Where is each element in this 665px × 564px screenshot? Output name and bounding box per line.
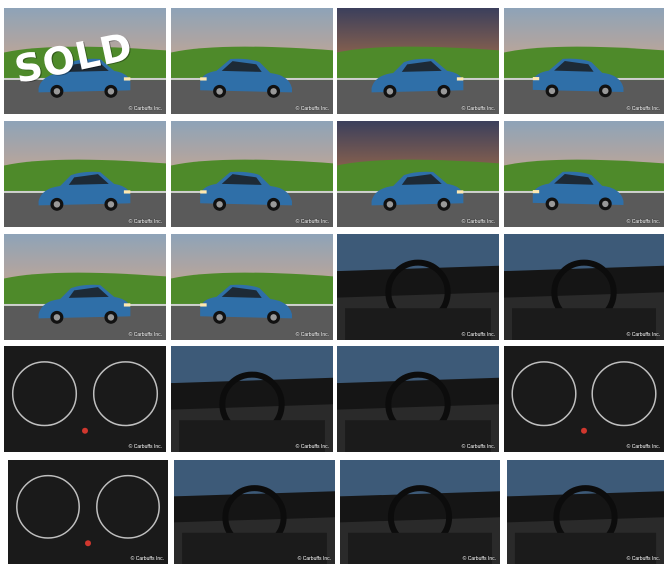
photo-tile-front-seats-open-door[interactable]: © Carbuffs Inc.: [174, 460, 335, 564]
photo-tile-rear-seats-right[interactable]: © Carbuffs Inc.: [507, 460, 664, 564]
photo-image: [171, 346, 333, 452]
photo-tile-exterior-side-left[interactable]: © Carbuffs Inc.: [4, 234, 166, 340]
watermark: © Carbuffs Inc.: [128, 444, 162, 450]
watermark: © Carbuffs Inc.: [130, 556, 164, 562]
photo-tile-interior-dashboard-wide[interactable]: © Carbuffs Inc.: [171, 346, 333, 452]
watermark: © Carbuffs Inc.: [295, 444, 329, 450]
photo-image: [171, 121, 333, 227]
watermark: © Carbuffs Inc.: [626, 332, 660, 338]
photo-image: [504, 121, 664, 227]
photo-image: [504, 234, 664, 340]
watermark: © Carbuffs Inc.: [626, 219, 660, 225]
watermark: © Carbuffs Inc.: [128, 332, 162, 338]
photo-tile-gear-shifter-detail[interactable]: © Carbuffs Inc.: [8, 460, 168, 564]
photo-image: [507, 460, 664, 564]
watermark: © Carbuffs Inc.: [626, 444, 660, 450]
photo-tile-center-console-radio[interactable]: © Carbuffs Inc.: [337, 346, 499, 452]
photo-image: [504, 8, 664, 114]
photo-tile-climate-controls[interactable]: © Carbuffs Inc.: [504, 346, 664, 452]
watermark: © Carbuffs Inc.: [626, 556, 660, 562]
photo-image: [4, 234, 166, 340]
watermark: © Carbuffs Inc.: [461, 219, 495, 225]
photo-tile-exterior-rear-three-quarter[interactable]: © Carbuffs Inc.: [171, 121, 333, 227]
watermark: © Carbuffs Inc.: [626, 106, 660, 112]
watermark: © Carbuffs Inc.: [128, 219, 162, 225]
photo-tile-interior-dashboard-door[interactable]: © Carbuffs Inc.: [337, 234, 499, 340]
watermark: © Carbuffs Inc.: [295, 219, 329, 225]
photo-image: [337, 346, 499, 452]
photo-tile-instrument-cluster[interactable]: © Carbuffs Inc.: [4, 346, 166, 452]
photo-image: [171, 8, 333, 114]
watermark: © Carbuffs Inc.: [461, 106, 495, 112]
photo-image: [174, 460, 335, 564]
photo-tile-steering-wheel[interactable]: © Carbuffs Inc.: [504, 234, 664, 340]
photo-image: [337, 121, 499, 227]
photo-tile-exterior-rear-three-quarter-tower[interactable]: © Carbuffs Inc.: [4, 121, 166, 227]
photo-tile-exterior-rear-sunset[interactable]: © Carbuffs Inc.: [337, 121, 499, 227]
photo-tile-exterior-front[interactable]: © Carbuffs Inc.: [171, 8, 333, 114]
photo-tile-exterior-front-three-quarter-sold[interactable]: SOLD © Carbuffs Inc.: [4, 8, 166, 114]
watermark: © Carbuffs Inc.: [295, 332, 329, 338]
watermark: © Carbuffs Inc.: [462, 556, 496, 562]
photo-tile-rear-seats-left[interactable]: © Carbuffs Inc.: [340, 460, 500, 564]
photo-image: [8, 460, 168, 564]
watermark: © Carbuffs Inc.: [297, 556, 331, 562]
photo-image: [340, 460, 500, 564]
photo-tile-exterior-front-sunset[interactable]: © Carbuffs Inc.: [337, 8, 499, 114]
watermark: © Carbuffs Inc.: [461, 444, 495, 450]
watermark: © Carbuffs Inc.: [295, 106, 329, 112]
photo-gallery-grid: SOLD © Carbuffs Inc. © Carbuffs Inc. © Ca…: [0, 0, 665, 564]
photo-tile-exterior-front-three-quarter-tower[interactable]: © Carbuffs Inc.: [171, 234, 333, 340]
photo-tile-exterior-rear-right[interactable]: © Carbuffs Inc.: [504, 121, 664, 227]
watermark: © Carbuffs Inc.: [128, 106, 162, 112]
photo-image: [171, 234, 333, 340]
photo-image: [337, 234, 499, 340]
photo-image: [4, 121, 166, 227]
photo-image: [4, 346, 166, 452]
photo-tile-exterior-side-profile[interactable]: © Carbuffs Inc.: [504, 8, 664, 114]
watermark: © Carbuffs Inc.: [461, 332, 495, 338]
photo-image: [504, 346, 664, 452]
photo-image: [337, 8, 499, 114]
